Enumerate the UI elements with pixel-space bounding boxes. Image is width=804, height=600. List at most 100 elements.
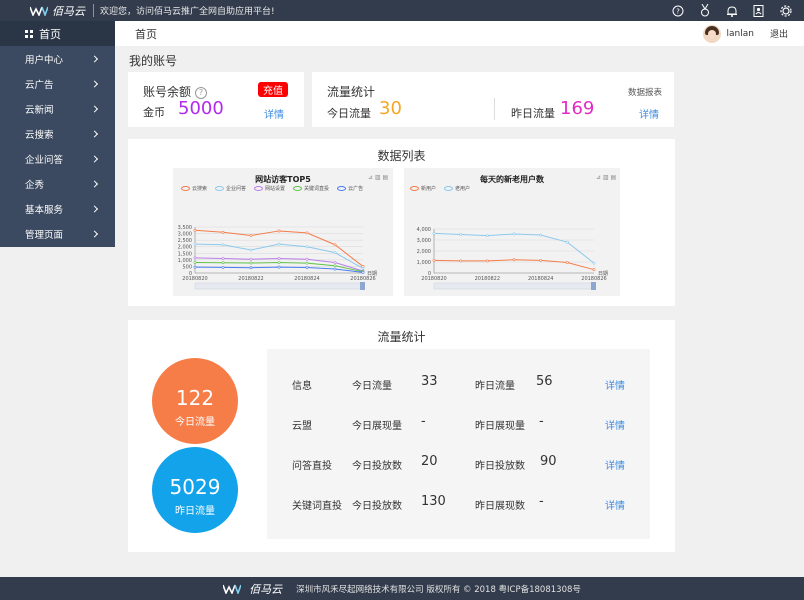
y-tick-label: 3,000 (178, 232, 192, 238)
data-point (221, 243, 225, 247)
data-point (249, 257, 253, 261)
data-point (565, 261, 569, 264)
sidebar-item-cloud-ads[interactable]: 云广告 (0, 71, 115, 96)
logout-link[interactable]: 退出 (770, 27, 788, 40)
y-tick-label: 2,000 (417, 249, 431, 255)
data-point (305, 257, 309, 261)
sidebar-item-label: 首页 (39, 27, 61, 41)
sidebar-item-home[interactable]: 首页 (0, 21, 115, 46)
sidebar-item-label: 企秀 (25, 180, 45, 192)
chevron-right-icon (90, 105, 99, 113)
circle-label: 今日流量 (175, 417, 215, 428)
data-point (459, 233, 463, 236)
bell-icon[interactable] (725, 4, 738, 17)
flow-stats-title: 流量统计 (377, 330, 426, 344)
y-tick-label: 1,000 (178, 258, 192, 264)
row-label: 今日流量 (352, 381, 392, 392)
row-detail-link[interactable]: 详情 (605, 377, 625, 392)
sidebar-item-label: 企业问答 (25, 154, 64, 166)
stats-row: 问答直投 今日投放数 20 昨日投放数 90 详情 (267, 454, 650, 474)
sidebar-item-user-center[interactable]: 用户中心 (0, 46, 115, 71)
y-tick-label: 3,500 (178, 225, 192, 231)
medal-icon[interactable] (698, 4, 711, 17)
sidebar-item-label: 基本服务 (25, 205, 64, 217)
balance-card: 账号余额? 充值 金币 5000 详情 (128, 72, 304, 127)
row-value: 56 (536, 374, 553, 389)
today-traffic-value: 30 (379, 98, 402, 119)
zoom-slider (194, 282, 364, 290)
yesterday-traffic-label: 昨日流量 (511, 107, 555, 120)
zoom-handle (591, 282, 596, 290)
row-value: - (539, 494, 544, 509)
data-point (221, 230, 225, 234)
chart-visitors: 网站访客TOP5 ⊿ ▥ ▤ 云搜索 企业问答 网站设置 关键词直投 云广告 0… (173, 168, 393, 296)
logo-mark-icon (30, 6, 48, 16)
sidebar-item-enterprise-qa[interactable]: 企业问答 (0, 146, 115, 171)
chevron-right-icon (90, 155, 99, 163)
row-detail-link[interactable]: 详情 (605, 417, 625, 432)
contacts-icon[interactable] (752, 4, 765, 17)
row-detail-link[interactable]: 详情 (605, 457, 625, 472)
help-icon[interactable]: ? (195, 86, 208, 99)
svg-text:?: ? (676, 7, 680, 15)
grid-icon (25, 29, 33, 38)
series-line (433, 259, 595, 271)
data-report-link[interactable]: 数据报表 (628, 86, 662, 98)
row-detail-link[interactable]: 详情 (605, 497, 625, 512)
data-list-title: 数据列表 (377, 149, 426, 163)
settings-icon[interactable] (779, 4, 792, 17)
y-tick-label: 2,500 (178, 238, 192, 244)
logo-mark-icon (223, 584, 242, 594)
traffic-title: 流量统计 (327, 85, 376, 99)
footer: 佰马云 深圳市风禾尽起网络技术有限公司 版权所有 © 2018 粤ICP备180… (0, 577, 804, 600)
sidebar-item-enterprise-show[interactable]: 企秀 (0, 171, 115, 196)
chart-visitors-plot: 05001,0001,5002,0002,5003,0003,500201808… (178, 225, 377, 290)
username[interactable]: lanlan (727, 29, 754, 39)
data-point (512, 232, 516, 236)
x-tick-label: 20180824 (294, 276, 319, 282)
zoom-slider (433, 282, 595, 290)
balance-detail-link[interactable]: 详情 (264, 106, 284, 121)
breadcrumb[interactable]: 首页 (135, 26, 157, 42)
x-tick-label: 20180820 (182, 276, 207, 282)
circle-label: 昨日流量 (175, 506, 215, 517)
sidebar-item-label: 云搜索 (25, 129, 54, 141)
sidebar-item-cloud-search[interactable]: 云搜索 (0, 121, 115, 146)
data-point (221, 261, 225, 265)
footer-logo-text: 佰马云 (249, 582, 283, 596)
data-point (193, 261, 197, 264)
sidebar-item-admin-pages[interactable]: 管理页面 (0, 222, 115, 247)
help-icon[interactable]: ? (671, 4, 684, 17)
logo[interactable]: 佰马云 (30, 0, 85, 21)
data-point (432, 232, 436, 235)
yesterday-traffic-circle: 5029 昨日流量 (152, 447, 238, 533)
sidebar-item-label: 用户中心 (25, 54, 64, 66)
x-tick-label: 20180824 (528, 276, 553, 282)
series-line (194, 243, 364, 269)
data-point (221, 257, 225, 260)
data-point (432, 258, 436, 262)
row-name: 问答直投 (292, 461, 332, 472)
series-line (194, 229, 364, 267)
data-point (277, 242, 281, 246)
page-title: 我的账号 (129, 54, 178, 68)
traffic-detail-link[interactable]: 详情 (639, 106, 659, 121)
y-tick-label: 1,500 (178, 251, 192, 257)
traffic-card: 流量统计 数据报表 今日流量 30 昨日流量 169 详情 (312, 72, 674, 127)
data-point (565, 240, 569, 244)
data-point (592, 268, 596, 272)
data-point (249, 234, 253, 237)
logo-text: 佰马云 (52, 4, 85, 18)
data-point (512, 258, 516, 262)
coin-value: 5000 (178, 98, 224, 119)
sidebar-item-cloud-news[interactable]: 云新闻 (0, 96, 115, 121)
yesterday-traffic-value: 169 (560, 98, 595, 119)
recharge-button[interactable]: 充值 (258, 82, 288, 97)
sidebar-item-label: 云广告 (25, 79, 54, 91)
sidebar-item-basic-services[interactable]: 基本服务 (0, 197, 115, 222)
chevron-right-icon (90, 130, 99, 138)
data-point (333, 261, 337, 264)
row-value: 20 (421, 454, 438, 469)
coin-label: 金币 (143, 106, 165, 119)
avatar[interactable] (702, 24, 721, 43)
